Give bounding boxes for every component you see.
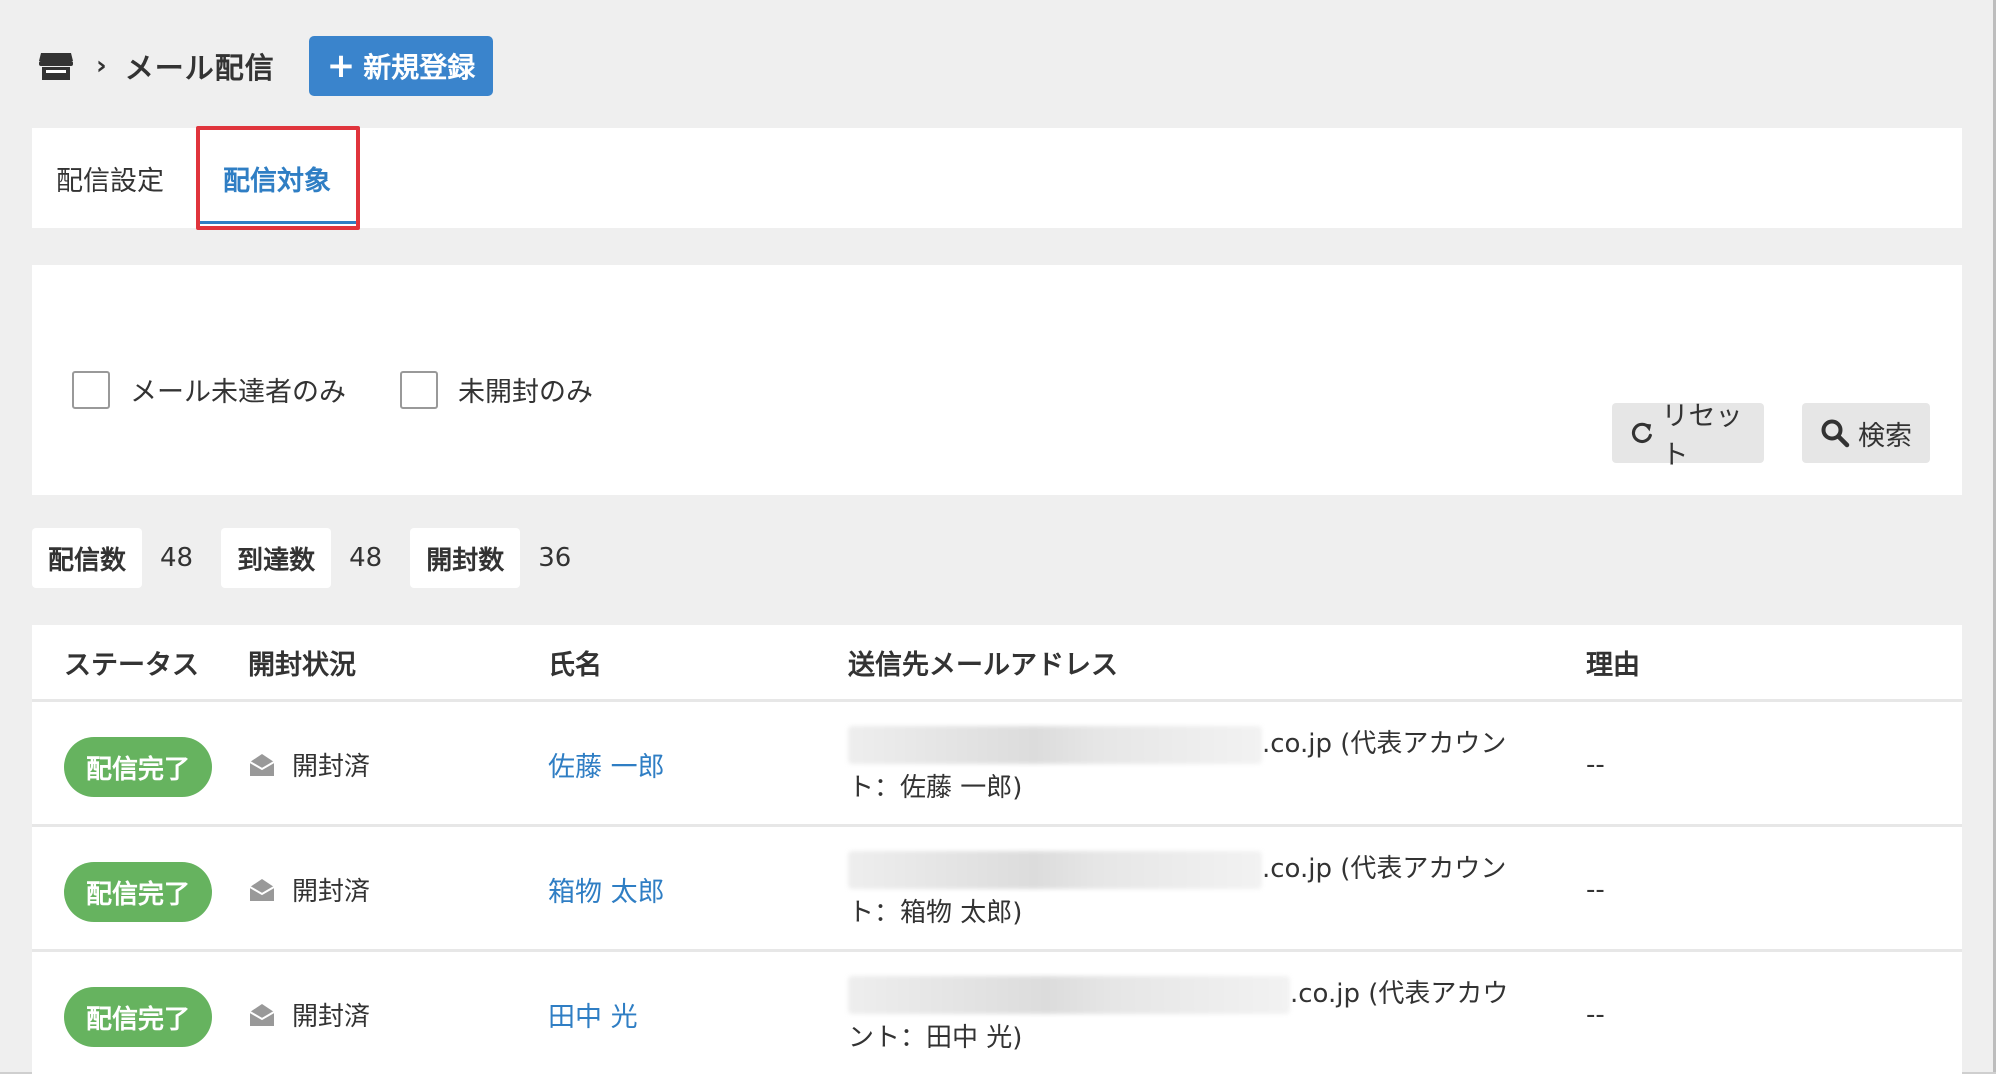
sent-count-value: 48 bbox=[160, 543, 194, 573]
email-cell: .co.jp (代表アカウン ト：箱物 太郎) bbox=[848, 847, 1568, 935]
delivery-counts: 配信数 48 到達数 48 開封数 36 bbox=[32, 528, 599, 588]
column-header-reason: 理由 bbox=[1586, 649, 1640, 681]
column-header-status: ステータス bbox=[64, 649, 199, 681]
opened-count-label: 開封数 bbox=[410, 528, 521, 588]
envelope-open-icon bbox=[249, 753, 275, 776]
status-badge: 配信完了 bbox=[64, 737, 212, 797]
column-header-open-status: 開封状況 bbox=[248, 649, 356, 681]
open-status-text: 開封済 bbox=[292, 877, 371, 907]
open-status-cell: 開封済 bbox=[248, 952, 370, 1074]
column-header-name: 氏名 bbox=[548, 649, 602, 681]
search-button[interactable]: 検索 bbox=[1802, 403, 1930, 463]
open-status-text: 開封済 bbox=[292, 1002, 371, 1032]
checkbox-label: メール未達者のみ bbox=[130, 377, 346, 408]
table-row: 配信完了 開封済 箱物 太郎 .co.jp (代表アカウン ト：箱物 太郎) -… bbox=[32, 827, 1962, 952]
reset-button[interactable]: リセット bbox=[1612, 401, 1764, 471]
undelivered-only-checkbox[interactable]: メール未達者のみ bbox=[72, 370, 346, 409]
envelope-open-icon bbox=[249, 1003, 275, 1026]
reset-label: リセット bbox=[1661, 401, 1743, 471]
table-row: 配信完了 開封済 佐藤 一郎 .co.jp (代表アカウン ト：佐藤 一郎) -… bbox=[32, 702, 1962, 827]
sent-count-label: 配信数 bbox=[32, 528, 143, 588]
email-suffix: .co.jp (代表アカウン bbox=[1262, 854, 1507, 884]
opened-count-value: 36 bbox=[538, 543, 572, 573]
tab-label: 配信設定 bbox=[56, 165, 164, 197]
envelope-open-icon bbox=[249, 878, 275, 901]
breadcrumb-separator: › bbox=[96, 51, 107, 81]
search-label: 検索 bbox=[1858, 420, 1912, 452]
open-status-text: 開封済 bbox=[292, 752, 371, 782]
search-icon bbox=[1821, 419, 1850, 448]
email-line2: ント：田中 光) bbox=[848, 1023, 1023, 1053]
delivered-count-value: 48 bbox=[349, 543, 383, 573]
reason-cell: -- bbox=[1586, 749, 1605, 780]
recipients-table: ステータス 開封状況 氏名 送信先メールアドレス 理由 配信完了 開封済 佐藤 … bbox=[32, 625, 1962, 1074]
table-header: ステータス 開封状況 氏名 送信先メールアドレス 理由 bbox=[32, 625, 1962, 702]
unopened-only-checkbox[interactable]: 未開封のみ bbox=[400, 370, 593, 409]
plus-icon: + bbox=[326, 46, 356, 86]
email-cell: .co.jp (代表アカウン ト：佐藤 一郎) bbox=[848, 722, 1568, 810]
email-suffix: .co.jp (代表アカウ bbox=[1290, 979, 1509, 1009]
refresh-icon bbox=[1631, 422, 1652, 444]
checkbox-box[interactable] bbox=[400, 370, 438, 409]
status-badge: 配信完了 bbox=[64, 862, 212, 922]
checkbox-label: 未開封のみ bbox=[458, 377, 593, 408]
page-header: › メール配信 + 新規登録 bbox=[38, 36, 494, 96]
recipient-name-link[interactable]: 佐藤 一郎 bbox=[548, 702, 665, 827]
reason-cell: -- bbox=[1586, 999, 1605, 1030]
highlight-annotation-box bbox=[196, 126, 360, 230]
status-badge: 配信完了 bbox=[64, 987, 212, 1047]
redacted-email bbox=[848, 850, 1262, 889]
new-registration-label: 新規登録 bbox=[363, 51, 476, 84]
delivered-count-label: 到達数 bbox=[221, 528, 332, 588]
reason-cell: -- bbox=[1586, 874, 1605, 905]
email-cell: .co.jp (代表アカウ ント：田中 光) bbox=[848, 972, 1568, 1060]
new-registration-button[interactable]: + 新規登録 bbox=[308, 36, 494, 96]
email-suffix: .co.jp (代表アカウン bbox=[1262, 729, 1507, 759]
open-status-cell: 開封済 bbox=[248, 827, 370, 952]
open-status-cell: 開封済 bbox=[248, 702, 370, 827]
redacted-email bbox=[848, 725, 1262, 764]
table-row: 配信完了 開封済 田中 光 .co.jp (代表アカウ ント：田中 光) -- bbox=[32, 952, 1962, 1074]
recipient-name-link[interactable]: 田中 光 bbox=[548, 952, 638, 1074]
filter-panel: メール未達者のみ 未開封のみ リセット 検索 bbox=[32, 265, 1962, 495]
page-title: メール配信 bbox=[124, 51, 275, 85]
email-line2: ト：箱物 太郎) bbox=[848, 898, 1023, 928]
store-icon[interactable] bbox=[38, 51, 74, 81]
column-header-email: 送信先メールアドレス bbox=[848, 649, 1118, 681]
tab-delivery-settings[interactable]: 配信設定 bbox=[56, 128, 164, 228]
redacted-email bbox=[848, 975, 1290, 1014]
recipient-name-link[interactable]: 箱物 太郎 bbox=[548, 827, 665, 952]
email-line2: ト：佐藤 一郎) bbox=[848, 773, 1023, 803]
checkbox-box[interactable] bbox=[72, 370, 110, 409]
